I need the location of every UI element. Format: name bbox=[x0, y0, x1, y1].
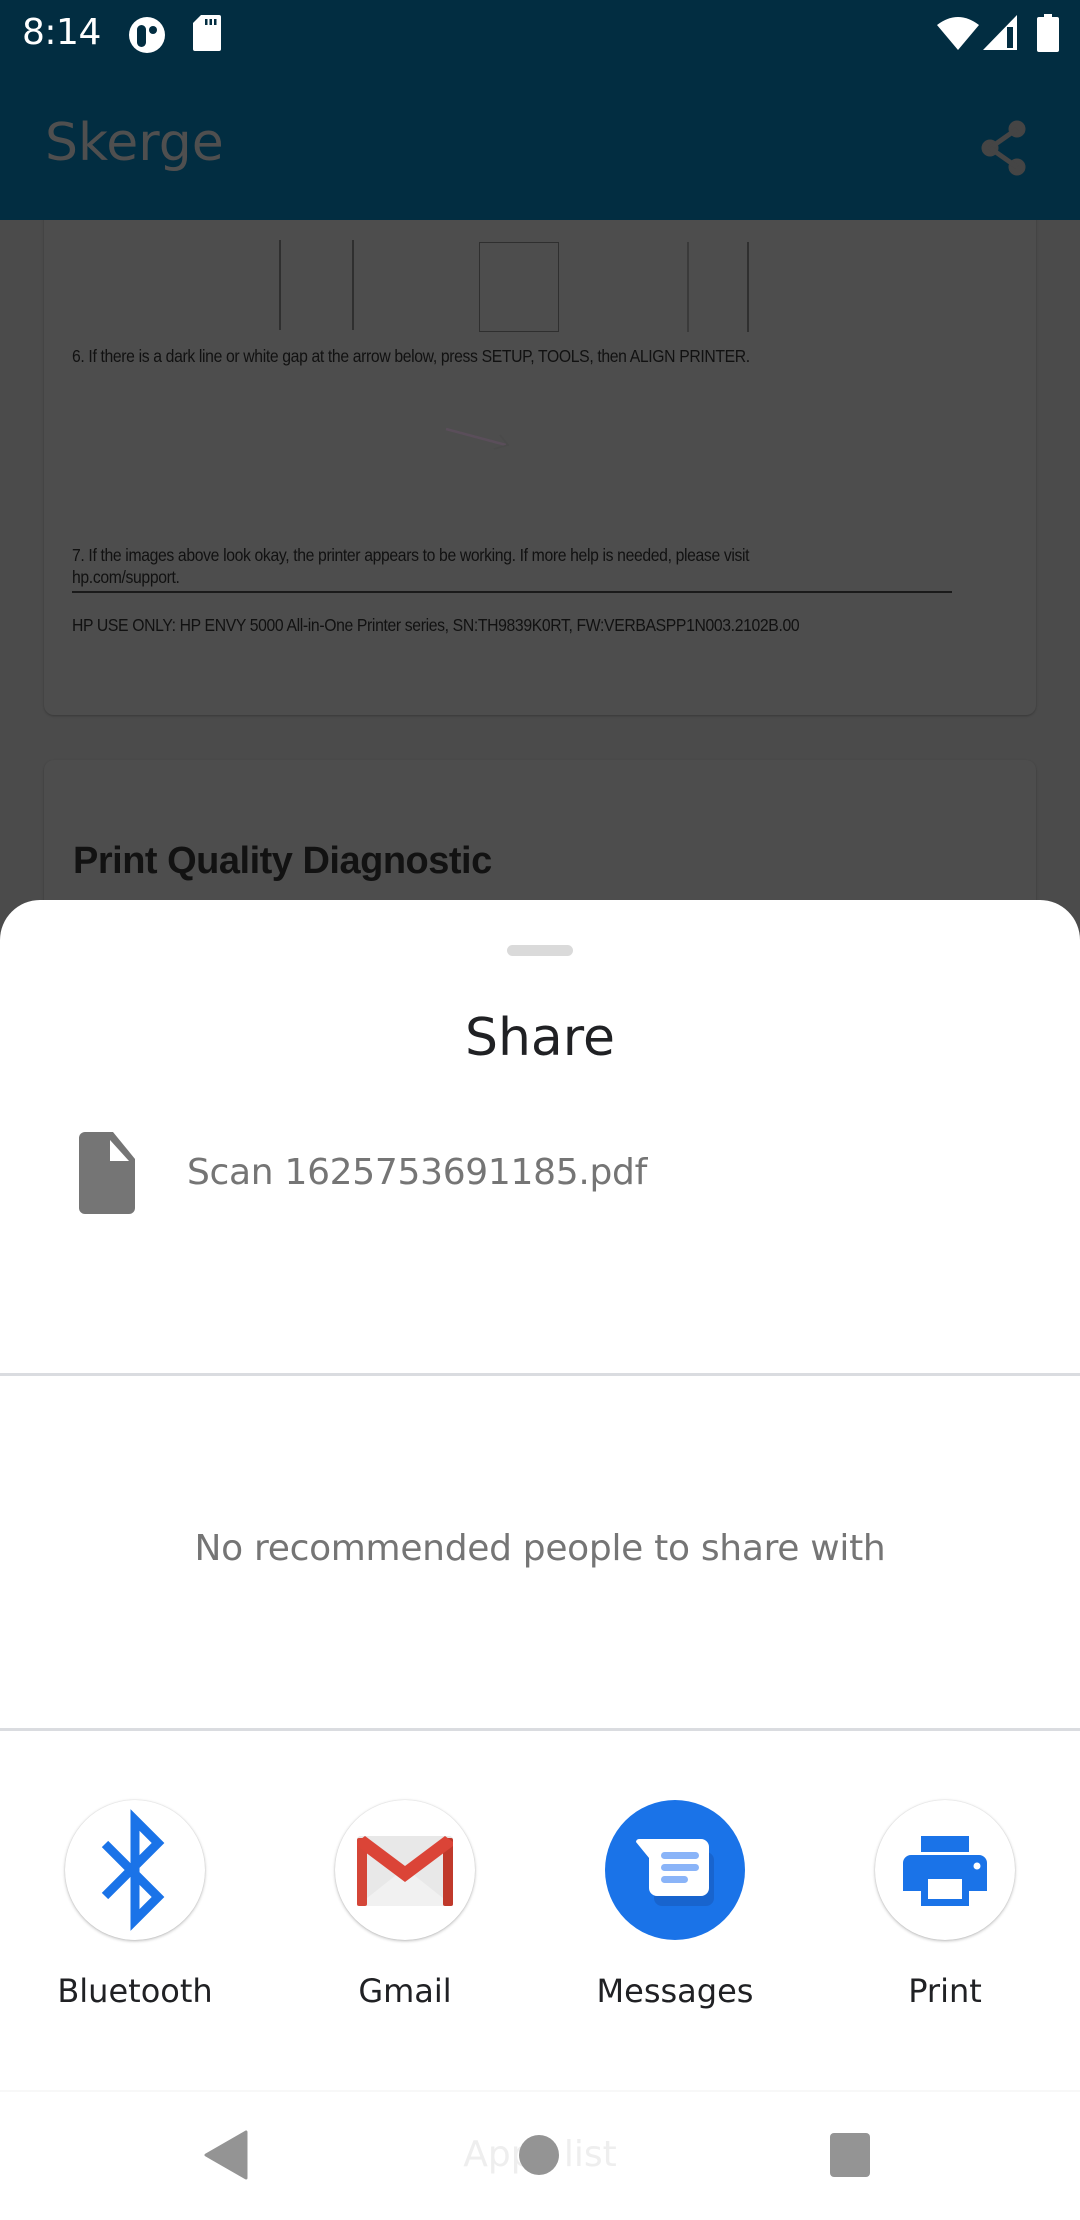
app-label: Messages bbox=[596, 1972, 754, 2010]
alignment-line bbox=[687, 242, 689, 332]
gmail-icon bbox=[357, 1836, 453, 1906]
divider bbox=[0, 1373, 1080, 1376]
doc-support-link: hp.com/support. bbox=[72, 567, 180, 587]
alignment-line bbox=[352, 240, 354, 330]
status-bar: 8:14 bbox=[0, 0, 1080, 75]
no-recommendations-text: No recommended people to share with bbox=[194, 1528, 886, 1569]
recents-icon bbox=[830, 2133, 870, 2177]
share-target-messages[interactable]: Messages bbox=[540, 1795, 810, 2025]
doc-divider bbox=[72, 591, 952, 593]
alignment-box bbox=[479, 242, 559, 332]
sd-card-icon bbox=[193, 15, 221, 51]
document-page: 6. If there is a dark line or white gap … bbox=[44, 220, 1036, 715]
share-button[interactable] bbox=[970, 113, 1040, 183]
share-target-print[interactable]: Print bbox=[810, 1795, 1080, 2025]
share-target-gmail[interactable]: Gmail bbox=[270, 1795, 540, 2025]
share-sheet: Share Scan 1625753691185.pdf No recommen… bbox=[0, 900, 1080, 2090]
share-target-bluetooth[interactable]: Bluetooth bbox=[0, 1795, 270, 2025]
app-label: Bluetooth bbox=[57, 1972, 213, 2010]
share-targets: Bluetooth Gmail Messages Print bbox=[0, 1795, 1080, 2025]
doc-step-7: 7. If the images above look okay, the pr… bbox=[72, 545, 750, 565]
file-icon bbox=[79, 1132, 135, 1214]
doc-heading: Print Quality Diagnostic bbox=[73, 840, 492, 882]
divider bbox=[0, 1728, 1080, 1731]
app-icon-circle bbox=[875, 1800, 1015, 1940]
home-button[interactable] bbox=[518, 2134, 560, 2176]
file-name: Scan 1625753691185.pdf bbox=[187, 1152, 647, 1193]
arrow-icon bbox=[445, 427, 510, 450]
wifi-icon bbox=[937, 15, 979, 50]
drag-handle[interactable] bbox=[507, 945, 573, 956]
back-icon bbox=[204, 2130, 248, 2180]
app-icon-circle bbox=[65, 1800, 205, 1940]
cellular-signal-icon bbox=[983, 15, 1019, 50]
app-notification-icon bbox=[128, 16, 166, 54]
bluetooth-icon bbox=[101, 1809, 165, 1931]
document-viewer: 6. If there is a dark line or white gap … bbox=[0, 220, 1080, 920]
app-bar: Skerge bbox=[0, 75, 1080, 220]
messages-icon bbox=[636, 1839, 714, 1906]
doc-step-6: 6. If there is a dark line or white gap … bbox=[72, 346, 750, 366]
app-label: Gmail bbox=[358, 1972, 452, 2010]
printer-icon bbox=[903, 1836, 987, 1906]
status-time: 8:14 bbox=[22, 12, 101, 53]
app-icon-circle bbox=[605, 1800, 745, 1940]
home-icon bbox=[519, 2135, 559, 2175]
app-title: Skerge bbox=[45, 113, 224, 173]
shared-file: Scan 1625753691185.pdf bbox=[0, 1120, 1080, 1230]
alignment-line bbox=[279, 240, 281, 330]
battery-icon bbox=[1037, 14, 1059, 52]
app-icon-circle bbox=[335, 1800, 475, 1940]
share-icon bbox=[981, 120, 1026, 176]
back-button[interactable] bbox=[200, 2130, 250, 2180]
recents-button[interactable] bbox=[829, 2132, 871, 2178]
navigation-bar: Apps list bbox=[0, 2090, 1080, 2220]
share-title: Share bbox=[464, 1008, 616, 1068]
doc-hp-use-only: HP USE ONLY: HP ENVY 5000 All-in-One Pri… bbox=[72, 615, 800, 635]
document-page: Print Quality Diagnostic bbox=[44, 760, 1036, 920]
app-label: Print bbox=[908, 1972, 982, 2010]
alignment-line bbox=[747, 242, 749, 332]
